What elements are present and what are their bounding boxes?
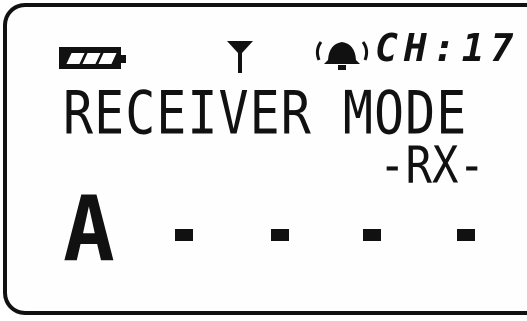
battery-terminal xyxy=(120,55,126,63)
slot-letter: A xyxy=(63,177,115,283)
slot-dash-3 xyxy=(363,229,381,241)
slot-dash-1 xyxy=(175,229,193,241)
bell-icon xyxy=(315,41,369,70)
lcd-screen: CH:17 RECEIVER MODE -RX- A xyxy=(3,3,527,315)
battery-icon xyxy=(59,47,126,69)
antenna-icon xyxy=(227,41,253,73)
battery-bar-3 xyxy=(98,53,117,64)
channel-indicator: CH:17 xyxy=(375,26,520,70)
mode-title: RECEIVER MODE xyxy=(63,78,468,148)
slot-dash-4 xyxy=(457,229,475,241)
mode-subtitle: -RX- xyxy=(379,136,485,196)
slot-dash-2 xyxy=(271,229,289,241)
